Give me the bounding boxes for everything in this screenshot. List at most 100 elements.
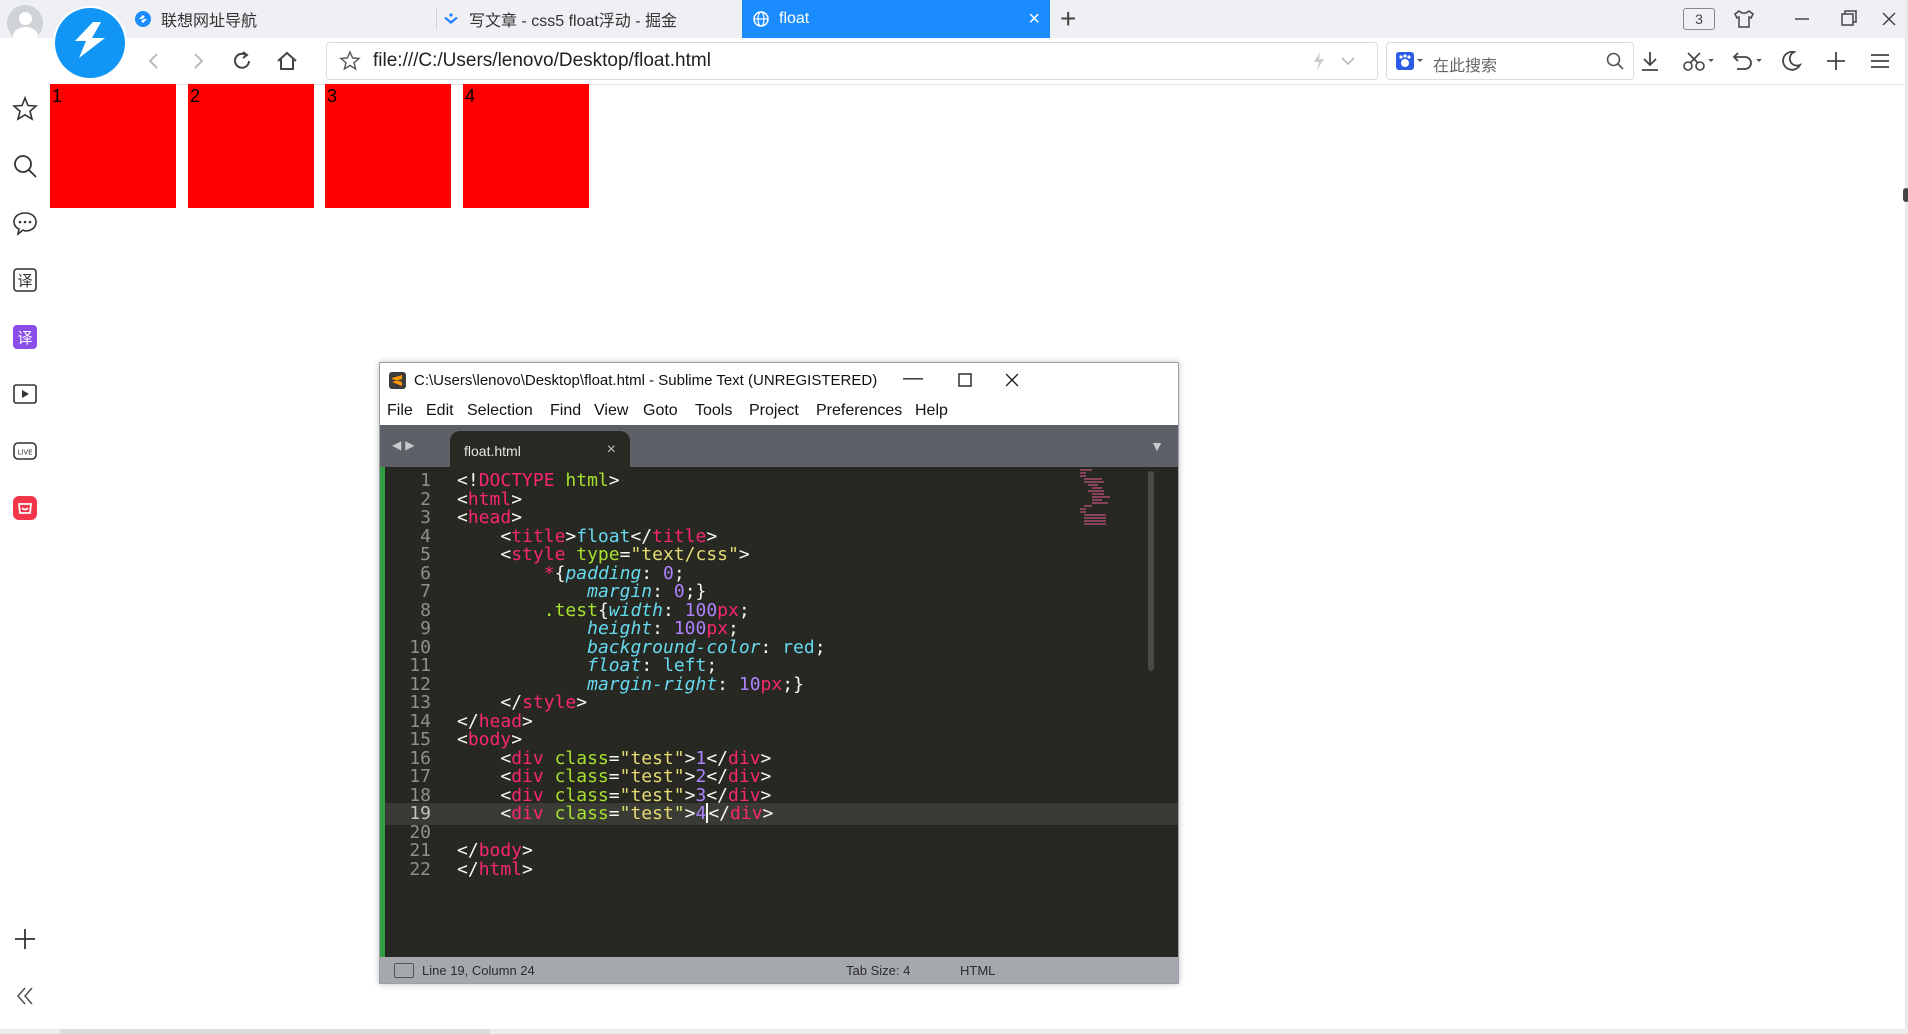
svg-text:LIVE: LIVE [17, 449, 32, 457]
menu-tools[interactable]: Tools [695, 402, 732, 420]
translate-icon[interactable]: 译 [12, 267, 38, 293]
editor-tab-name: float.html [464, 443, 521, 459]
url-text: file:///C:/Users/lenovo/Desktop/float.ht… [373, 50, 711, 71]
sublime-window: C:\Users\lenovo\Desktop\float.html - Sub… [379, 362, 1179, 984]
minimize-icon[interactable]: — [903, 367, 923, 390]
menu-selection[interactable]: Selection [467, 402, 533, 420]
back-icon[interactable] [140, 47, 168, 75]
line-number: 22 [409, 858, 431, 880]
menu-find[interactable]: Find [550, 402, 581, 420]
tab-lenovo-nav[interactable]: 联想网址导航 [134, 0, 430, 38]
tab-scroll-arrows-icon[interactable]: ◀▶ [392, 438, 418, 452]
window-count-badge[interactable]: 3 [1683, 8, 1715, 30]
test-box: 3 [325, 84, 451, 208]
tab-juejin[interactable]: 写文章 - css5 float浮动 - 掘金 [442, 0, 732, 38]
navigation-bar: file:///C:/Users/lenovo/Desktop/float.ht… [0, 38, 1908, 85]
close-tab-icon[interactable]: × [607, 441, 616, 459]
page-horizontal-scrollbar[interactable] [0, 1029, 1908, 1034]
chat-icon[interactable] [12, 210, 38, 236]
lenovo-favicon-icon [135, 11, 151, 27]
minimize-icon[interactable] [1789, 6, 1815, 32]
night-mode-moon-icon[interactable] [1777, 47, 1805, 75]
menu-goto[interactable]: Goto [643, 402, 678, 420]
tab-dropdown-icon[interactable]: ▼ [1150, 438, 1164, 454]
baidu-paw-icon[interactable] [1395, 51, 1425, 71]
box-label: 1 [52, 86, 63, 106]
search-placeholder: 在此搜索 [1433, 58, 1498, 75]
menu-edit[interactable]: Edit [426, 402, 454, 420]
scrollbar-handle[interactable] [1903, 188, 1908, 202]
lightning-icon[interactable] [1311, 51, 1327, 71]
search-icon[interactable] [1605, 51, 1625, 71]
add-icon[interactable] [12, 926, 38, 952]
test-box: 1 [50, 84, 176, 208]
menu-hamburger-icon[interactable] [1866, 47, 1894, 75]
test-box: 2 [188, 84, 314, 208]
window-title: C:\Users\lenovo\Desktop\float.html - Sub… [414, 372, 878, 389]
search-bar[interactable]: 在此搜索 [1386, 42, 1634, 80]
code-line[interactable]: 22 </html> [385, 859, 1178, 881]
tab-size[interactable]: Tab Size: 4 [846, 963, 910, 978]
box-label: 4 [465, 86, 476, 106]
forward-icon[interactable] [184, 47, 212, 75]
tab-title: 联想网址导航 [161, 13, 258, 30]
collapse-icon[interactable] [12, 983, 38, 1009]
globe-icon [753, 11, 769, 27]
cursor-position: Line 19, Column 24 [422, 963, 535, 978]
translate-purple-icon[interactable]: 译 [12, 324, 38, 350]
star-icon[interactable] [12, 96, 38, 122]
scrollbar-thumb[interactable] [60, 1029, 490, 1034]
sublime-title-bar[interactable]: C:\Users\lenovo\Desktop\float.html - Sub… [380, 363, 1178, 397]
close-window-icon[interactable] [1004, 372, 1020, 388]
panel-toggle-icon[interactable] [394, 963, 414, 978]
close-tab-icon[interactable]: × [1028, 8, 1040, 31]
tab-bar: 联想网址导航 写文章 - css5 float浮动 - 掘金 float × +… [0, 0, 1908, 41]
minimap[interactable] [1080, 467, 1128, 527]
line-code: </html> [457, 858, 533, 880]
shirt-skin-icon[interactable] [1731, 6, 1757, 32]
editor-tab-bar: ◀▶ float.html × ▼ [380, 425, 1178, 467]
screenshot-scissors-icon[interactable] [1680, 47, 1718, 75]
logo-s-shape-icon [75, 22, 105, 58]
download-icon[interactable] [1636, 47, 1664, 75]
sidebar: 译 译 LIVE [0, 84, 50, 1034]
live-icon[interactable]: LIVE [12, 438, 38, 464]
video-icon[interactable] [12, 381, 38, 407]
menu-file[interactable]: File [387, 402, 413, 420]
syntax-mode[interactable]: HTML [960, 963, 995, 978]
menu-bar: File Edit Selection Find View Goto Tools… [380, 397, 1178, 425]
home-icon[interactable] [273, 47, 301, 75]
maximize-icon[interactable] [958, 373, 972, 387]
chevron-down-icon[interactable] [1339, 53, 1357, 69]
search-icon[interactable] [12, 153, 38, 179]
undo-icon[interactable] [1728, 47, 1766, 75]
menu-project[interactable]: Project [749, 402, 799, 420]
sublime-app-icon [389, 372, 406, 389]
menu-view[interactable]: View [594, 402, 628, 420]
address-bar[interactable]: file:///C:/Users/lenovo/Desktop/float.ht… [326, 42, 1378, 80]
reload-icon[interactable] [228, 47, 256, 75]
test-box: 4 [463, 84, 589, 208]
browser-logo-icon[interactable] [55, 8, 125, 78]
editor-scrollbar[interactable] [1148, 471, 1154, 671]
shop-icon[interactable] [12, 495, 38, 521]
new-tab-button[interactable]: + [1060, 3, 1076, 35]
tab-separator [436, 8, 437, 30]
menu-preferences[interactable]: Preferences [816, 402, 902, 420]
tab-title: float [779, 10, 810, 27]
tab-float-active[interactable]: float × [742, 0, 1050, 38]
user-avatar[interactable] [7, 5, 43, 41]
editor-tab[interactable]: float.html × [450, 431, 630, 467]
restore-icon[interactable] [1836, 6, 1862, 32]
avatar-head-shape [19, 12, 32, 25]
svg-text:译: 译 [17, 329, 32, 347]
menu-help[interactable]: Help [915, 402, 948, 420]
close-window-icon[interactable] [1876, 6, 1902, 32]
code-editor[interactable]: 1 <!DOCTYPE html> 2 <html> 3 <head> 4 <title>f… [380, 467, 1178, 957]
tab-title: 写文章 - css5 float浮动 - 掘金 [469, 13, 678, 30]
add-icon[interactable] [1822, 47, 1850, 75]
svg-text:译: 译 [17, 272, 32, 290]
box-label: 3 [327, 86, 338, 106]
bookmark-star-icon[interactable] [339, 50, 361, 72]
status-bar: Line 19, Column 24 Tab Size: 4 HTML [380, 957, 1178, 983]
